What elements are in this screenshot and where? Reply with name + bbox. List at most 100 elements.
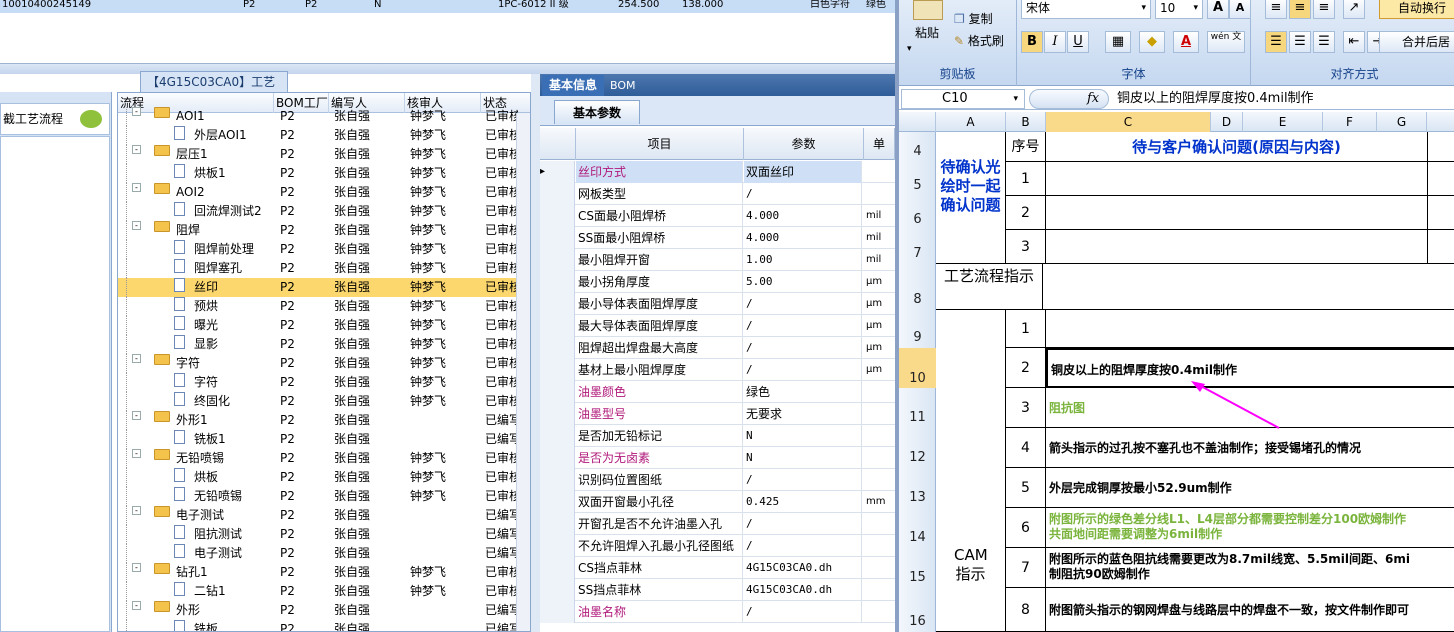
param-value[interactable]: / xyxy=(744,293,862,315)
tree-row[interactable]: - AOI2 P2 张自强 钟梦飞 已审核 xyxy=(118,183,518,202)
col-header-unit[interactable]: 单 xyxy=(864,128,895,160)
param-value[interactable]: / xyxy=(744,359,862,381)
param-value[interactable]: 4G15C03CA0.dh xyxy=(744,579,862,601)
param-value[interactable]: 5.00 xyxy=(744,271,862,293)
param-row[interactable]: 识别码位置图纸 / xyxy=(540,469,895,491)
collapse-toggle-icon[interactable]: - xyxy=(132,563,141,572)
row-indicator[interactable] xyxy=(540,271,575,293)
collapse-toggle-icon[interactable]: - xyxy=(132,107,141,116)
collapse-toggle-icon[interactable]: - xyxy=(132,354,141,363)
tree-row[interactable]: - 电子测试 P2 张自强 已编写 xyxy=(118,506,518,525)
tree-row[interactable]: 阻焊前处理 P2 张自强 钟梦飞 已审核 xyxy=(118,240,518,259)
param-value[interactable]: / xyxy=(744,535,862,557)
tree-row[interactable]: 回流焊测试2 P2 张自强 钟梦飞 已审核 xyxy=(118,202,518,221)
param-row[interactable]: 是否为无卤素 N xyxy=(540,447,895,469)
process-title-tab[interactable]: 【4G15C03CA0】工艺流程 xyxy=(140,71,288,109)
param-row[interactable]: 油墨型号 无要求 xyxy=(540,403,895,425)
param-value[interactable]: 1.00 xyxy=(744,249,862,271)
tree-row[interactable]: 无铅喷锡 P2 张自强 钟梦飞 已审核 xyxy=(118,487,518,506)
tree-row[interactable]: - 钻孔1 P2 张自强 钟梦飞 已审核 xyxy=(118,563,518,582)
tree-row[interactable]: - AOI1 P2 张自强 钟梦飞 已审核 xyxy=(118,107,518,126)
param-row[interactable]: 最小导体表面阻焊厚度 / μm xyxy=(540,293,895,315)
param-row[interactable]: CS面最小阻焊桥 4.000 mil xyxy=(540,205,895,227)
row-indicator[interactable] xyxy=(540,381,575,403)
param-row[interactable]: 最小阻焊开窗 1.00 mil xyxy=(540,249,895,271)
collapse-toggle-icon[interactable]: - xyxy=(132,449,141,458)
tab-bom[interactable]: BOM xyxy=(610,75,650,96)
param-row[interactable]: SS面最小阻焊桥 4.000 mil xyxy=(540,227,895,249)
tree-row[interactable]: - 字符 P2 张自强 钟梦飞 已审核 xyxy=(118,354,518,373)
row-indicator[interactable] xyxy=(540,447,575,469)
tree-row[interactable]: 二钻1 P2 张自强 钟梦飞 已审核 xyxy=(118,582,518,601)
param-row[interactable]: 基材上最小阻焊厚度 / μm xyxy=(540,359,895,381)
param-row[interactable]: CS挡点菲林 4G15C03CA0.dh xyxy=(540,557,895,579)
param-row[interactable]: 阻焊超出焊盘最大高度 / μm xyxy=(540,337,895,359)
row-indicator[interactable] xyxy=(540,425,575,447)
param-value[interactable]: 双面丝印 xyxy=(744,161,862,183)
tree-row[interactable]: 显影 P2 张自强 钟梦飞 已审核 xyxy=(118,335,518,354)
tree-row[interactable]: 丝印 P2 张自强 钟梦飞 已审核 xyxy=(118,278,518,297)
panel-splitter[interactable] xyxy=(531,74,540,632)
splitter-strip[interactable] xyxy=(0,64,895,74)
param-row[interactable]: 油墨名称 / xyxy=(540,601,895,623)
row-indicator[interactable] xyxy=(540,403,575,425)
param-row[interactable]: 开窗孔是否不允许油墨入孔 / xyxy=(540,513,895,535)
param-row[interactable]: 最小拐角厚度 5.00 μm xyxy=(540,271,895,293)
row-indicator[interactable] xyxy=(540,579,575,601)
collapse-toggle-icon[interactable]: - xyxy=(132,221,141,230)
param-row[interactable]: ▸ 丝印方式 双面丝印 xyxy=(540,161,895,183)
param-value[interactable]: / xyxy=(744,601,862,623)
tree-row[interactable]: - 外形 P2 张自强 已编写 xyxy=(118,601,518,620)
row-indicator[interactable] xyxy=(540,359,575,381)
row-indicator[interactable] xyxy=(540,249,575,271)
row-indicator[interactable] xyxy=(540,491,575,513)
collapse-toggle-icon[interactable]: - xyxy=(132,601,141,610)
param-row[interactable]: 网板类型 / xyxy=(540,183,895,205)
param-value[interactable]: 4.000 xyxy=(744,205,862,227)
tree-row[interactable]: - 外形1 P2 张自强 已编写 xyxy=(118,411,518,430)
tree-row[interactable]: 铣板1 P2 张自强 已编写 xyxy=(118,430,518,449)
tree-row[interactable]: - 层压1 P2 张自强 钟梦飞 已审核 xyxy=(118,145,518,164)
row-indicator[interactable] xyxy=(540,469,575,491)
collapse-toggle-icon[interactable]: - xyxy=(132,183,141,192)
col-header-item[interactable]: 项目 xyxy=(576,128,744,160)
row-indicator[interactable] xyxy=(540,205,575,227)
tree-row[interactable]: - 无铅喷锡 P2 张自强 钟梦飞 已审核 xyxy=(118,449,518,468)
row-indicator[interactable] xyxy=(540,315,575,337)
row-indicator[interactable] xyxy=(540,227,575,249)
row-indicator[interactable] xyxy=(540,293,575,315)
param-value[interactable]: 绿色 xyxy=(744,381,862,403)
param-value[interactable]: / xyxy=(744,183,862,205)
row-indicator[interactable] xyxy=(540,337,575,359)
tree-row[interactable]: 曝光 P2 张自强 钟梦飞 已审核 xyxy=(118,316,518,335)
row-indicator[interactable] xyxy=(540,183,575,205)
row-indicator[interactable] xyxy=(540,535,575,557)
param-row[interactable]: 双面开窗最小孔径 0.425 mm xyxy=(540,491,895,513)
param-value[interactable]: / xyxy=(744,513,862,535)
tree-row[interactable]: 终固化 P2 张自强 钟梦飞 已审核 xyxy=(118,392,518,411)
tree-row[interactable]: 字符 P2 张自强 钟梦飞 已审核 xyxy=(118,373,518,392)
top-grid-row[interactable]: 10010400245149 P2 P2 N 1PC-6012 II 级 254… xyxy=(0,0,895,13)
param-value[interactable]: / xyxy=(744,337,862,359)
tree-row[interactable]: 铣板 P2 张自强 已编写 xyxy=(118,620,518,631)
tree-row[interactable]: 预烘 P2 张自强 钟梦飞 已审核 xyxy=(118,297,518,316)
tree-row[interactable]: - 阻焊 P2 张自强 钟梦飞 已审核 xyxy=(118,221,518,240)
param-value[interactable]: / xyxy=(744,315,862,337)
param-value[interactable]: 4.000 xyxy=(744,227,862,249)
col-header-param[interactable]: 参数 xyxy=(744,128,864,160)
param-row[interactable]: 是否加无铅标记 N xyxy=(540,425,895,447)
param-row[interactable]: 最大导体表面阻焊厚度 / μm xyxy=(540,315,895,337)
param-value[interactable]: / xyxy=(744,469,862,491)
param-value[interactable]: 4G15C03CA0.dh xyxy=(744,557,862,579)
tree-row[interactable]: 烘板1 P2 张自强 钟梦飞 已审核 xyxy=(118,164,518,183)
param-value[interactable]: N xyxy=(744,425,862,447)
param-row[interactable]: 油墨颜色 绿色 xyxy=(540,381,895,403)
row-indicator[interactable] xyxy=(540,601,575,623)
row-indicator[interactable] xyxy=(540,557,575,579)
row-indicator[interactable]: ▸ xyxy=(540,161,575,183)
tree-row[interactable]: 电子测试 P2 张自强 已编写 xyxy=(118,544,518,563)
tree-row[interactable]: 阻焊塞孔 P2 张自强 钟梦飞 已审核 xyxy=(118,259,518,278)
tree-row[interactable]: 烘板 P2 张自强 钟梦飞 已审核 xyxy=(118,468,518,487)
param-row[interactable]: 不允许阻焊入孔最小孔径图纸 / xyxy=(540,535,895,557)
tree-row[interactable]: 阻抗测试 P2 张自强 已编写 xyxy=(118,525,518,544)
